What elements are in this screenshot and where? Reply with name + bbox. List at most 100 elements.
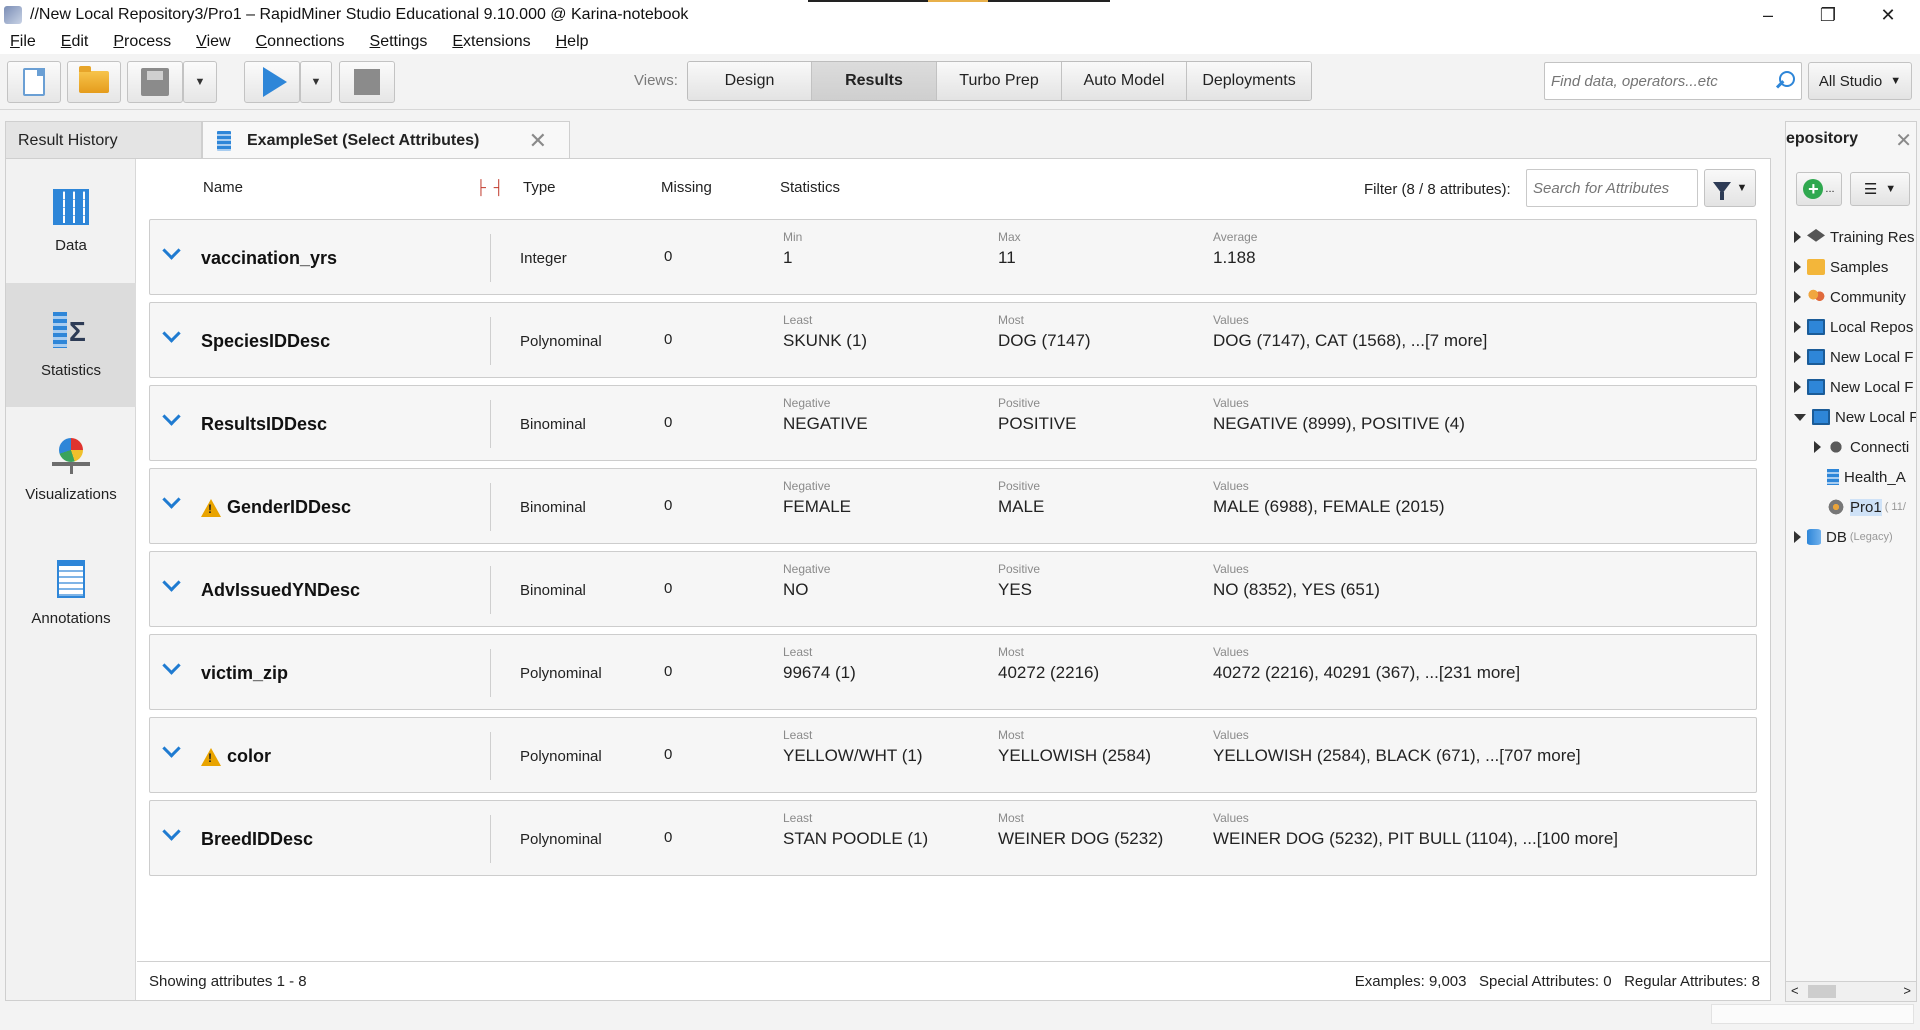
repository-tree-item[interactable]: Connecti xyxy=(1786,432,1916,462)
attribute-row[interactable]: AdvIssuedYNDesc Binominal 0 Negative NO Posit… xyxy=(149,551,1757,627)
stat-value: WEINER DOG (5232), PIT BULL (1104), ...[… xyxy=(1213,829,1618,848)
attribute-search-input[interactable] xyxy=(1527,170,1697,206)
save-options-dropdown[interactable]: ▼ xyxy=(183,61,217,103)
tab-exampleset-label: ExampleSet (Select Attributes) xyxy=(247,131,480,149)
view-deployments-button[interactable]: Deployments xyxy=(1187,62,1311,100)
repository-tree-item[interactable]: Pro1( 11/ xyxy=(1786,492,1916,522)
column-header-missing[interactable]: Missing xyxy=(661,179,712,196)
view-auto-model-button[interactable]: Auto Model xyxy=(1062,62,1187,100)
run-process-button[interactable] xyxy=(244,61,300,103)
column-resize-icon[interactable]: ├ ┤ xyxy=(476,179,506,195)
view-design-button[interactable]: Design xyxy=(688,62,812,100)
repository-tree-item[interactable]: New Local F xyxy=(1786,402,1916,432)
search-icon[interactable] xyxy=(1775,71,1795,91)
menu-extensions[interactable]: Extensions xyxy=(448,33,534,51)
menu-edit[interactable]: Edit xyxy=(57,33,93,51)
tab-result-history-label: Result History xyxy=(18,131,118,149)
chevron-down-icon[interactable] xyxy=(162,742,180,760)
attribute-name-label: victim_zip xyxy=(201,663,289,683)
stat-value: YELLOWISH (2584) xyxy=(998,746,1152,765)
scroll-thumb[interactable] xyxy=(1808,985,1836,998)
chevron-down-icon[interactable] xyxy=(162,327,180,345)
close-window-button[interactable]: ✕ xyxy=(1860,0,1916,30)
data-icon xyxy=(1827,469,1839,485)
expand-toggle-icon[interactable] xyxy=(1794,291,1801,303)
sidenav-data[interactable]: Data xyxy=(6,159,136,283)
repository-tree-item[interactable]: Local Repos xyxy=(1786,312,1916,342)
sidenav-visualizations[interactable]: Visualizations xyxy=(6,407,136,531)
expand-toggle-icon[interactable] xyxy=(1794,531,1801,543)
attribute-row[interactable]: GenderIDDesc Binominal 0 Negative FEMALE Posi… xyxy=(149,468,1757,544)
stat-first: Least SKUNK (1) xyxy=(783,313,867,351)
expand-toggle-icon[interactable] xyxy=(1794,231,1801,243)
expand-toggle-icon[interactable] xyxy=(1814,441,1821,453)
attribute-row[interactable]: SpeciesIDDesc Polynominal 0 Least SKUNK (1) M… xyxy=(149,302,1757,378)
tab-exampleset[interactable]: ExampleSet (Select Attributes) ✕ xyxy=(202,121,570,159)
view-turbo-prep-button[interactable]: Turbo Prep xyxy=(937,62,1062,100)
horizontal-scrollbar[interactable]: < > xyxy=(1786,981,1916,1001)
expand-toggle-icon[interactable] xyxy=(1794,413,1806,421)
expand-toggle-icon[interactable] xyxy=(1794,381,1801,393)
menu-process[interactable]: Process xyxy=(109,33,175,51)
attribute-row[interactable]: ResultsIDDesc Binominal 0 Negative NEGATIVE P… xyxy=(149,385,1757,461)
sidenav-annotations[interactable]: Annotations xyxy=(6,531,136,655)
view-results-button[interactable]: Results xyxy=(812,62,937,100)
column-header-name[interactable]: Name xyxy=(203,179,243,196)
expand-toggle-icon[interactable] xyxy=(1794,321,1801,333)
repository-tree-item[interactable]: New Local F xyxy=(1786,342,1916,372)
status-bar xyxy=(1711,1004,1914,1024)
chevron-down-icon[interactable] xyxy=(162,576,180,594)
search-scope-dropdown[interactable]: All Studio ▼ xyxy=(1808,62,1912,100)
stat-key: Max xyxy=(998,230,1021,244)
scroll-right-icon[interactable]: > xyxy=(1903,983,1911,998)
chevron-down-icon[interactable] xyxy=(162,493,180,511)
menu-view[interactable]: View xyxy=(192,33,234,51)
attribute-filter-button[interactable]: ▼ xyxy=(1704,169,1756,207)
repository-tree-item[interactable]: New Local F xyxy=(1786,372,1916,402)
menu-file[interactable]: File xyxy=(6,33,40,51)
repository-tree-item[interactable]: Community xyxy=(1786,282,1916,312)
attribute-row[interactable]: color Polynominal 0 Least YELLOW/WHT (1) Most… xyxy=(149,717,1757,793)
attribute-row[interactable]: vaccination_yrs Integer 0 Min 1 Max 11 Average 1… xyxy=(149,219,1757,295)
menu-settings[interactable]: Settings xyxy=(366,33,432,51)
repository-tree-item[interactable]: DB (Legacy) xyxy=(1786,522,1916,552)
attribute-name: SpeciesIDDesc xyxy=(201,331,330,352)
import-data-button[interactable]: + ... xyxy=(1796,172,1842,206)
row-divider xyxy=(490,234,491,282)
tab-result-history[interactable]: Result History xyxy=(5,121,202,159)
new-process-button[interactable] xyxy=(7,61,61,103)
stat-second: Most DOG (7147) xyxy=(998,313,1091,351)
save-process-button[interactable] xyxy=(127,61,183,103)
menu-connections[interactable]: Connections xyxy=(252,33,349,51)
chevron-down-icon[interactable] xyxy=(162,244,180,262)
menu-help[interactable]: Help xyxy=(552,33,593,51)
scroll-left-icon[interactable]: < xyxy=(1791,983,1799,998)
attribute-type: Binominal xyxy=(520,499,586,516)
global-search-input[interactable] xyxy=(1545,64,1775,98)
monitor-icon xyxy=(1807,349,1825,365)
repository-item-label: New Local F xyxy=(1830,348,1914,366)
sidenav-statistics[interactable]: Σ Statistics xyxy=(6,283,136,407)
stop-process-button[interactable] xyxy=(339,61,395,103)
expand-toggle-icon[interactable] xyxy=(1794,261,1801,273)
repository-tree-item[interactable]: Samples xyxy=(1786,252,1916,282)
close-panel-icon[interactable]: ✕ xyxy=(1895,128,1912,153)
attribute-row[interactable]: BreedIDDesc Polynominal 0 Least STAN POODLE … xyxy=(149,800,1757,876)
maximize-button[interactable]: ❐ xyxy=(1800,0,1856,30)
repository-tree-item[interactable]: Health_A xyxy=(1786,462,1916,492)
attribute-row[interactable]: victim_zip Polynominal 0 Least 99674 (1) Most… xyxy=(149,634,1757,710)
open-process-button[interactable] xyxy=(67,61,121,103)
repository-menu-button[interactable]: ☰ ▼ xyxy=(1850,172,1910,206)
close-tab-icon[interactable]: ✕ xyxy=(529,128,547,154)
repository-item-suffix: (Legacy) xyxy=(1849,531,1893,543)
stat-key: Most xyxy=(998,811,1025,825)
connection-icon xyxy=(1827,439,1845,455)
chevron-down-icon[interactable] xyxy=(162,410,180,428)
expand-toggle-icon[interactable] xyxy=(1794,351,1801,363)
repository-tree-item[interactable]: Training Res xyxy=(1786,222,1916,252)
chevron-down-icon[interactable] xyxy=(162,659,180,677)
column-header-type[interactable]: Type xyxy=(523,179,556,196)
minimize-button[interactable]: – xyxy=(1740,0,1796,30)
chevron-down-icon[interactable] xyxy=(162,825,180,843)
run-options-dropdown[interactable]: ▼ xyxy=(300,61,332,103)
